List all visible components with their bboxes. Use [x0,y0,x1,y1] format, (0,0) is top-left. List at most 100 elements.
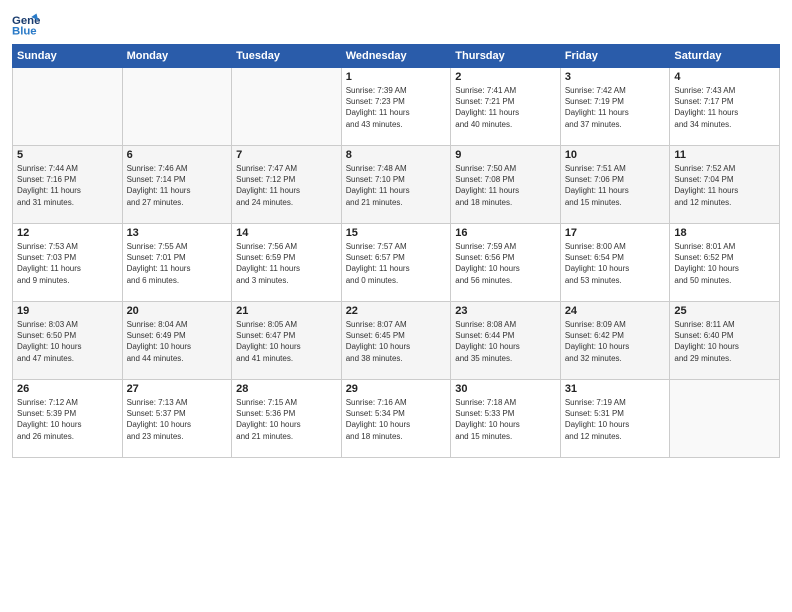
calendar-cell: 26Sunrise: 7:12 AMSunset: 5:39 PMDayligh… [13,380,123,458]
day-number: 10 [565,149,666,161]
day-info-line: and 18 minutes. [346,431,447,442]
day-info-line: Daylight: 10 hours [565,341,666,352]
day-info-line: and 35 minutes. [455,353,556,364]
day-number: 29 [346,383,447,395]
day-info-line: Sunrise: 7:13 AM [127,397,228,408]
day-info-line: Sunrise: 7:39 AM [346,85,447,96]
week-row-4: 26Sunrise: 7:12 AMSunset: 5:39 PMDayligh… [13,380,780,458]
calendar-cell: 31Sunrise: 7:19 AMSunset: 5:31 PMDayligh… [560,380,670,458]
day-number: 22 [346,305,447,317]
day-info-line: Sunrise: 8:07 AM [346,319,447,330]
day-info-line: Daylight: 10 hours [674,263,775,274]
day-info-line: and 9 minutes. [17,275,118,286]
day-info-line: Sunrise: 7:16 AM [346,397,447,408]
day-info-line: Sunrise: 7:53 AM [17,241,118,252]
calendar-cell: 27Sunrise: 7:13 AMSunset: 5:37 PMDayligh… [122,380,232,458]
day-info-line: Daylight: 11 hours [565,185,666,196]
calendar-cell: 3Sunrise: 7:42 AMSunset: 7:19 PMDaylight… [560,68,670,146]
day-info-line: Daylight: 11 hours [236,263,337,274]
svg-text:Blue: Blue [12,26,37,38]
day-info-line: Daylight: 10 hours [674,341,775,352]
day-info-line: and 47 minutes. [17,353,118,364]
day-info-line: and 43 minutes. [346,119,447,130]
day-info-line: Sunrise: 8:03 AM [17,319,118,330]
calendar-cell [670,380,780,458]
day-info-line: Daylight: 10 hours [17,341,118,352]
calendar-table: SundayMondayTuesdayWednesdayThursdayFrid… [12,44,780,458]
day-info-line: Sunset: 6:42 PM [565,330,666,341]
day-info-line: Sunset: 7:23 PM [346,96,447,107]
day-info-line: Sunrise: 8:11 AM [674,319,775,330]
calendar-cell: 23Sunrise: 8:08 AMSunset: 6:44 PMDayligh… [451,302,561,380]
week-row-0: 1Sunrise: 7:39 AMSunset: 7:23 PMDaylight… [13,68,780,146]
calendar-cell: 10Sunrise: 7:51 AMSunset: 7:06 PMDayligh… [560,146,670,224]
day-number: 3 [565,71,666,83]
day-info-line: Sunrise: 7:42 AM [565,85,666,96]
day-number: 16 [455,227,556,239]
day-info-line: Sunset: 7:01 PM [127,252,228,263]
day-info-line: Daylight: 10 hours [236,341,337,352]
week-row-1: 5Sunrise: 7:44 AMSunset: 7:16 PMDaylight… [13,146,780,224]
day-info-line: and 40 minutes. [455,119,556,130]
day-number: 11 [674,149,775,161]
day-number: 23 [455,305,556,317]
day-info-line: Daylight: 10 hours [455,263,556,274]
day-info-line: Daylight: 11 hours [455,107,556,118]
day-number: 18 [674,227,775,239]
weekday-header-monday: Monday [122,45,232,68]
day-info-line: Sunrise: 7:15 AM [236,397,337,408]
day-info-line: Sunset: 7:08 PM [455,174,556,185]
day-info-line: Sunrise: 8:09 AM [565,319,666,330]
day-info-line: Sunrise: 7:56 AM [236,241,337,252]
day-info-line: Daylight: 10 hours [236,419,337,430]
day-number: 2 [455,71,556,83]
day-info-line: and 24 minutes. [236,197,337,208]
day-info-line: Sunset: 7:03 PM [17,252,118,263]
day-number: 14 [236,227,337,239]
day-info-line: and 41 minutes. [236,353,337,364]
day-info-line: Sunset: 5:39 PM [17,408,118,419]
day-info-line: Daylight: 11 hours [17,263,118,274]
day-number: 17 [565,227,666,239]
day-info-line: Daylight: 10 hours [565,263,666,274]
day-info-line: and 27 minutes. [127,197,228,208]
day-info-line: and 38 minutes. [346,353,447,364]
day-info-line: Sunset: 5:34 PM [346,408,447,419]
day-info-line: Daylight: 11 hours [17,185,118,196]
day-info-line: Sunrise: 7:57 AM [346,241,447,252]
day-info-line: Sunset: 6:47 PM [236,330,337,341]
day-info-line: Sunset: 6:56 PM [455,252,556,263]
day-info-line: Sunrise: 7:59 AM [455,241,556,252]
day-number: 26 [17,383,118,395]
day-info-line: Sunrise: 7:46 AM [127,163,228,174]
day-info-line: and 31 minutes. [17,197,118,208]
day-info-line: Sunrise: 7:18 AM [455,397,556,408]
day-info-line: Daylight: 10 hours [455,341,556,352]
day-info-line: and 18 minutes. [455,197,556,208]
day-info-line: Daylight: 11 hours [346,185,447,196]
day-info-line: and 50 minutes. [674,275,775,286]
day-info-line: Sunset: 6:45 PM [346,330,447,341]
day-number: 5 [17,149,118,161]
day-number: 12 [17,227,118,239]
calendar-cell: 25Sunrise: 8:11 AMSunset: 6:40 PMDayligh… [670,302,780,380]
week-row-3: 19Sunrise: 8:03 AMSunset: 6:50 PMDayligh… [13,302,780,380]
weekday-header-row: SundayMondayTuesdayWednesdayThursdayFrid… [13,45,780,68]
day-info-line: Daylight: 11 hours [236,185,337,196]
day-info-line: Sunrise: 7:47 AM [236,163,337,174]
day-info-line: and 26 minutes. [17,431,118,442]
day-info-line: Sunset: 5:37 PM [127,408,228,419]
logo-icon: General Blue [12,10,40,38]
calendar-cell: 13Sunrise: 7:55 AMSunset: 7:01 PMDayligh… [122,224,232,302]
day-info-line: Sunset: 6:57 PM [346,252,447,263]
day-info-line: Sunset: 6:54 PM [565,252,666,263]
weekday-header-friday: Friday [560,45,670,68]
header: General Blue [12,10,780,38]
day-info-line: and 53 minutes. [565,275,666,286]
day-info-line: Sunset: 7:19 PM [565,96,666,107]
day-info-line: Sunset: 6:40 PM [674,330,775,341]
day-info-line: and 37 minutes. [565,119,666,130]
day-info-line: Daylight: 10 hours [346,419,447,430]
day-info-line: and 12 minutes. [565,431,666,442]
calendar-cell: 19Sunrise: 8:03 AMSunset: 6:50 PMDayligh… [13,302,123,380]
